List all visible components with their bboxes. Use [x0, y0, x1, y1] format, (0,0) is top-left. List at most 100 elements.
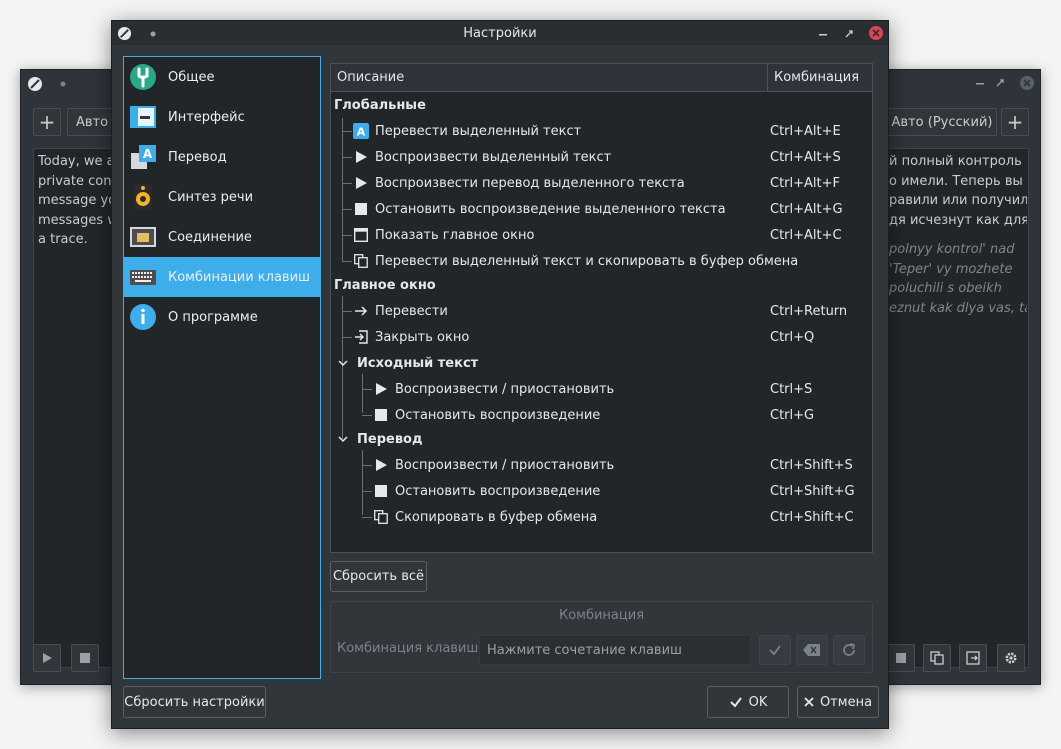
gear-icon: [1005, 652, 1017, 664]
shortcut-row[interactable]: Остановить воспроизведение Ctrl+G: [331, 402, 872, 428]
reset-all-button[interactable]: Сбросить всё: [330, 561, 427, 592]
stop-icon: [896, 653, 906, 663]
copy-all-button[interactable]: [959, 644, 987, 672]
shortcut-row[interactable]: Воспроизвести перевод выделенного текста…: [331, 170, 872, 196]
add-source-language-button[interactable]: +: [33, 108, 61, 136]
bg-close-icon[interactable]: [1019, 75, 1035, 91]
shortcut-field-label: Комбинация клавиш:: [337, 641, 483, 656]
group-label: Исходный текст: [357, 355, 479, 371]
minimize-icon[interactable]: [816, 27, 830, 41]
shortcut-label: Воспроизвести / приостановить: [395, 381, 615, 397]
bg-maximize-icon[interactable]: [993, 76, 1007, 90]
shortcut-row[interactable]: Воспроизвести выделенный текст Ctrl+Alt+…: [331, 144, 872, 170]
stop-translation-button[interactable]: [887, 644, 915, 672]
settings-dialog: Настройки Общее Интерфейс A Перевод Синт…: [111, 20, 889, 729]
translation-transliteration: polnyy kontrol' nad 'Teper' vy mozhete p…: [889, 242, 1027, 316]
shortcut-combo: Ctrl+Return: [770, 303, 848, 319]
tree-branch: [342, 261, 352, 262]
shortcut-label: Воспроизвести / приостановить: [395, 457, 615, 473]
play-source-button[interactable]: [33, 644, 61, 672]
shortcut-row[interactable]: Показать главное окно Ctrl+Alt+C: [331, 222, 872, 248]
sidebar-item-shortcuts[interactable]: Комбинации клавиш: [124, 257, 320, 297]
sidebar-item-about[interactable]: О программе: [124, 297, 320, 337]
combination-group-title: Комбинация: [558, 608, 645, 623]
tree-group-main-window[interactable]: Главное окно: [331, 272, 872, 298]
bg-minimize-icon[interactable]: [973, 76, 987, 90]
shortcut-row[interactable]: Перевести Ctrl+Return: [331, 298, 872, 324]
shortcut-row[interactable]: Скопировать в буфер обмена Ctrl+Shift+C: [331, 504, 872, 530]
ok-button[interactable]: OK: [707, 686, 789, 718]
shortcut-combo: Ctrl+S: [770, 381, 813, 397]
tree-group-global[interactable]: Глобальные: [331, 92, 872, 118]
shortcut-label: Показать главное окно: [375, 227, 535, 243]
tree-header: Описание Комбинация: [331, 64, 872, 92]
arrow-right-icon: [353, 303, 369, 319]
interface-icon: [128, 102, 158, 132]
play-icon: [43, 653, 52, 663]
tree-branch: [362, 465, 372, 466]
settings-button[interactable]: [997, 644, 1025, 672]
export-icon: [966, 651, 980, 665]
shortcuts-tree: Описание Комбинация Глобальные A Перевес…: [330, 63, 873, 553]
shortcut-label: Остановить воспроизведение: [395, 483, 601, 499]
column-header-description[interactable]: Описание: [331, 64, 768, 91]
tree-group-translation[interactable]: Перевод: [331, 426, 872, 452]
sidebar-item-translation[interactable]: A Перевод: [124, 137, 320, 177]
shortcut-combo: Ctrl+G: [770, 407, 815, 423]
close-icon[interactable]: [868, 25, 884, 41]
stop-source-button[interactable]: [71, 644, 99, 672]
pin-dot-icon[interactable]: [53, 76, 73, 92]
shortcut-row[interactable]: Остановить воспроизведение выделенного т…: [331, 196, 872, 222]
shortcut-input[interactable]: Нажмите сочетание клавиш: [479, 635, 751, 665]
shortcut-row[interactable]: Перевести выделенный текст и скопировать…: [331, 248, 872, 274]
play-icon: [373, 381, 389, 397]
shortcut-row[interactable]: A Перевести выделенный текст Ctrl+Alt+E: [331, 118, 872, 144]
shortcut-combo: Ctrl+Alt+G: [770, 201, 843, 217]
sidebar-item-speech[interactable]: Синтез речи: [124, 177, 320, 217]
sidebar-item-label: Перевод: [168, 149, 227, 165]
reset-settings-button[interactable]: Сбросить настройки: [123, 686, 266, 718]
tree-branch: [362, 389, 372, 390]
cancel-label: Отмена: [819, 694, 873, 710]
shortcut-combo: Ctrl+Q: [770, 329, 815, 345]
shortcut-label: Остановить воспроизведение: [395, 407, 601, 423]
check-icon: [769, 645, 781, 656]
chevron-down-icon[interactable]: [335, 431, 351, 447]
refresh-icon: [843, 643, 856, 656]
sidebar-item-interface[interactable]: Интерфейс: [124, 97, 320, 137]
pin-dot-icon[interactable]: [146, 27, 160, 41]
shortcut-row[interactable]: Остановить воспроизведение Ctrl+Shift+G: [331, 478, 872, 504]
close-icon: [804, 697, 814, 707]
sidebar-item-connection[interactable]: Соединение: [124, 217, 320, 257]
cancel-button[interactable]: Отмена: [797, 686, 879, 718]
chevron-down-icon[interactable]: [335, 355, 351, 371]
sidebar-item-general[interactable]: Общее: [124, 57, 320, 97]
tree-branch: [342, 157, 352, 158]
translate-icon: A: [353, 123, 369, 139]
shortcut-label: Перевести: [375, 303, 448, 319]
general-settings-icon: [128, 62, 158, 92]
tree-branch: [362, 517, 372, 518]
accept-shortcut-button[interactable]: [759, 635, 791, 665]
column-header-combination[interactable]: Комбинация: [768, 64, 872, 91]
copy-icon: [373, 509, 389, 525]
reset-shortcut-button[interactable]: [833, 635, 865, 665]
copy-translation-button[interactable]: [923, 644, 951, 672]
shortcut-row[interactable]: Воспроизвести / приостановить Ctrl+Shift…: [331, 452, 872, 478]
add-target-language-button[interactable]: +: [1001, 108, 1029, 136]
clear-shortcut-button[interactable]: [796, 635, 828, 665]
tree-branch: [342, 235, 352, 236]
tree-group-source-text[interactable]: Исходный текст: [331, 350, 872, 376]
maximize-icon[interactable]: [842, 27, 856, 41]
shortcut-row[interactable]: Воспроизвести / приостановить Ctrl+S: [331, 376, 872, 402]
tree-branch: [342, 183, 352, 184]
stop-icon: [373, 407, 389, 423]
window-icon: [353, 227, 369, 243]
shortcut-row[interactable]: Закрыть окно Ctrl+Q: [331, 324, 872, 350]
shortcut-label: Воспроизвести перевод выделенного текста: [375, 175, 685, 191]
group-label: Глобальные: [334, 97, 426, 113]
target-language-button[interactable]: Авто (Русский): [887, 108, 997, 136]
svg-text:A: A: [143, 147, 153, 161]
play-icon: [373, 457, 389, 473]
copy-icon: [930, 651, 944, 665]
